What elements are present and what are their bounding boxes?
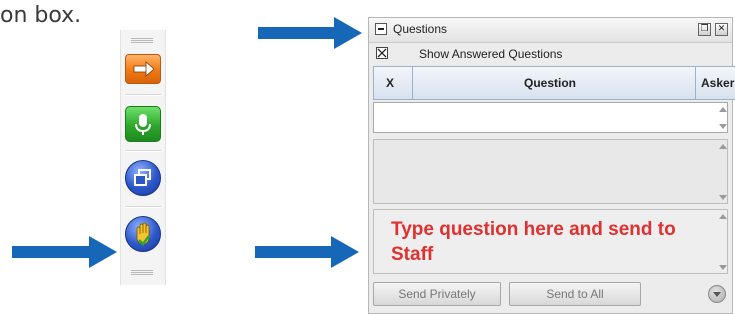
questions-title: Questions [393, 22, 448, 36]
scroll-up-icon[interactable] [719, 144, 727, 149]
scroll-down-icon[interactable] [719, 124, 727, 129]
options-dropdown-icon[interactable] [708, 285, 726, 303]
show-answered-checkbox[interactable] [376, 47, 388, 59]
arrow-pointing-to-questions-title [258, 16, 362, 50]
restore-window-icon[interactable]: ❐ [698, 23, 711, 36]
questions-list-scrollbar[interactable] [717, 104, 729, 132]
toolbar-bottom-grip[interactable] [131, 270, 153, 275]
question-detail-box [373, 139, 728, 204]
show-answered-row: Show Answered Questions [369, 43, 732, 65]
question-input[interactable]: Type question here and send to Staff [373, 209, 728, 274]
scroll-up-icon[interactable] [719, 107, 727, 112]
questions-list[interactable] [373, 102, 728, 133]
microphone-icon[interactable] [125, 106, 161, 142]
questions-title-bar: Questions ❐ ✕ [369, 18, 732, 43]
questions-panel: Questions ❐ ✕ Show Answered Questions X … [368, 17, 735, 314]
questions-table-header: X Question Asker [373, 66, 735, 100]
windows-icon[interactable] [125, 160, 161, 196]
detail-scrollbar[interactable] [717, 141, 729, 203]
minimize-icon[interactable] [375, 23, 387, 35]
column-header-question[interactable]: Question [524, 76, 576, 90]
send-to-all-button[interactable]: Send to All [509, 282, 641, 306]
arrow-pointing-to-raise-hand [12, 235, 117, 269]
vertical-toolbar [120, 30, 166, 285]
column-header-x[interactable]: X [386, 76, 394, 90]
column-header-asker[interactable]: Asker [701, 76, 734, 90]
scroll-up-icon[interactable] [719, 214, 727, 219]
question-input-placeholder: Type question here and send to Staff [391, 219, 676, 265]
send-privately-button[interactable]: Send Privately [373, 282, 501, 306]
arrow-right-icon[interactable] [125, 54, 161, 84]
page-text-fragment: on box. [0, 3, 82, 28]
input-scrollbar[interactable] [717, 211, 729, 273]
arrow-pointing-to-question-input [255, 235, 359, 269]
scroll-down-icon[interactable] [719, 265, 727, 270]
toolbar-top-grip[interactable] [131, 38, 153, 43]
show-answered-label: Show Answered Questions [419, 47, 563, 61]
close-icon[interactable]: ✕ [715, 23, 728, 36]
scroll-down-icon[interactable] [719, 195, 727, 200]
raise-hand-icon[interactable] [125, 216, 161, 252]
